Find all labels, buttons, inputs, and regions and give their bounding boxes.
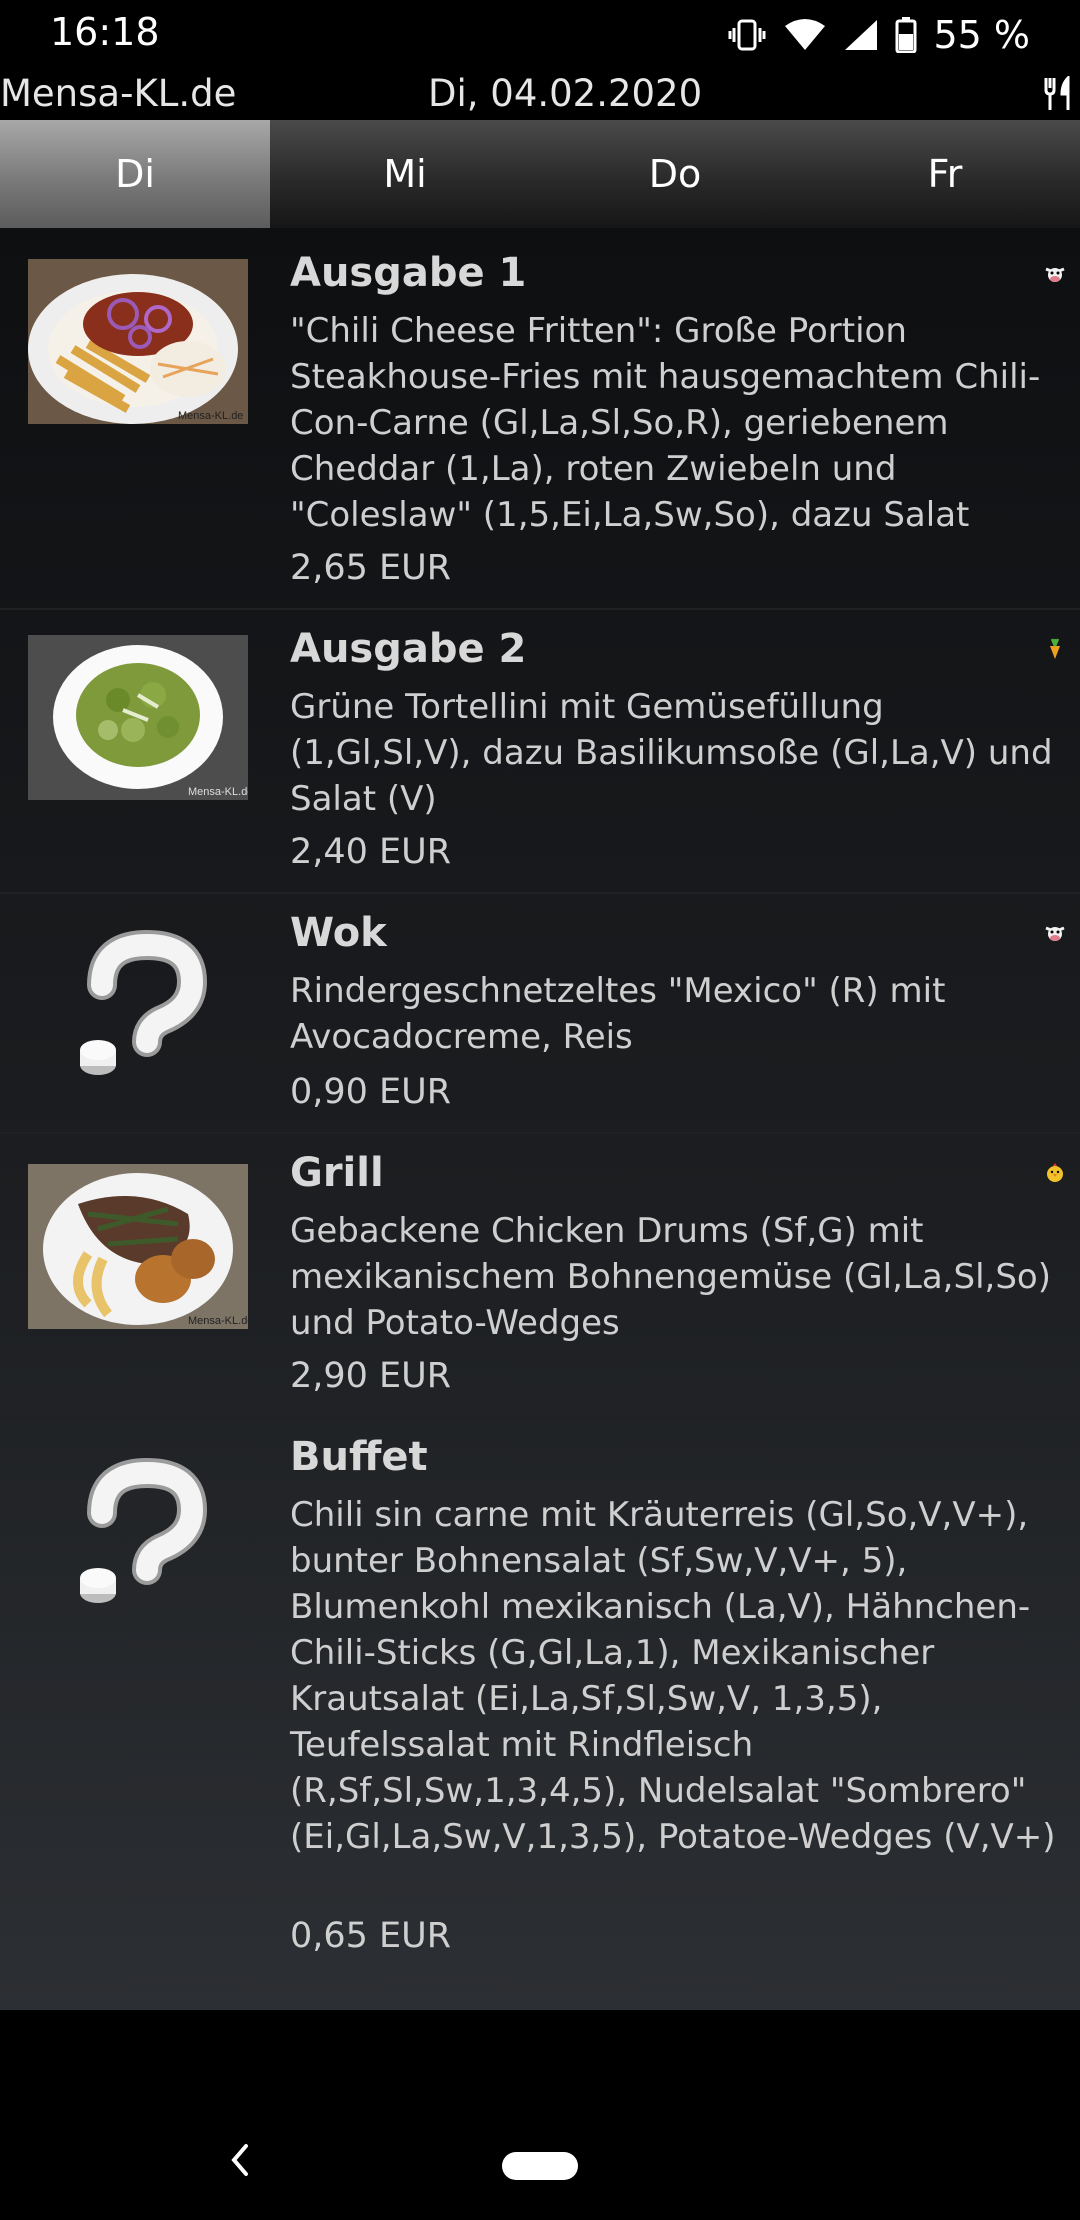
menu-item-grill[interactable]: Mensa-KL.de Grill Gebackene Chicken Drum…	[0, 1132, 1080, 1418]
tab-do[interactable]: Do	[540, 120, 810, 228]
dish-photo: Mensa-KL.de	[28, 259, 248, 424]
photo-watermark: Mensa-KL.de	[188, 1315, 248, 1327]
app-name: Mensa-KL.de	[0, 72, 237, 115]
menu-item-ausgabe-1[interactable]: Mensa-KL.de Ausgabe 1 "Chili Cheese Frit…	[0, 228, 1080, 610]
back-icon[interactable]	[222, 2140, 258, 2180]
home-pill-icon[interactable]	[502, 2152, 578, 2180]
wifi-icon	[785, 19, 826, 50]
battery-percent: 55 %	[933, 13, 1030, 57]
item-description: Chili sin carne mit Kräuterreis (Gl,So,V…	[290, 1495, 1056, 1857]
day-tabs: Di Mi Do Fr	[0, 120, 1080, 228]
menu-item-buffet[interactable]: Buffet Chili sin carne mit Kräuterreis (…	[0, 1416, 1080, 2008]
item-title: Buffet	[290, 1434, 428, 1480]
item-price: 0,90 EUR	[290, 1072, 452, 1112]
menu-item-wok[interactable]: Wok Rindergeschnetzeltes "Mexico" (R) mi…	[0, 892, 1080, 1134]
tab-fr[interactable]: Fr	[810, 120, 1080, 228]
current-date: Di, 04.02.2020	[428, 72, 703, 115]
item-title: Ausgabe 1	[290, 250, 527, 296]
item-title: Ausgabe 2	[290, 626, 527, 672]
cow-icon	[1045, 926, 1065, 941]
item-price: 0,65 EUR	[290, 1916, 452, 1956]
photo-watermark: Mensa-KL.de	[178, 410, 243, 422]
item-title: Wok	[290, 910, 387, 956]
no-photo-question-icon	[80, 930, 208, 1075]
system-navbar	[0, 2010, 1080, 2220]
status-icons: 55 %	[727, 10, 1030, 60]
signal-icon	[845, 20, 878, 50]
cutlery-icon[interactable]	[1042, 76, 1076, 112]
item-description: Gebackene Chicken Drums (Sf,G) mit mexik…	[290, 1211, 1051, 1343]
status-time: 16:18	[50, 10, 160, 54]
status-bar: 16:18 55 %	[0, 0, 1080, 70]
app-header: Mensa-KL.de Di, 04.02.2020	[0, 70, 1080, 120]
dish-photo: Mensa-KL.de	[28, 1164, 248, 1329]
chicken-icon	[1047, 1163, 1063, 1182]
no-photo-question-icon	[80, 1458, 208, 1603]
item-title: Grill	[290, 1150, 384, 1196]
dish-photo: Mensa-KL.de	[28, 635, 248, 800]
menu-item-ausgabe-2[interactable]: Mensa-KL.de Ausgabe 2 Grüne Tortellini m…	[0, 608, 1080, 894]
item-description: Grüne Tortellini mit Gemüsefüllung (1,Gl…	[290, 687, 1053, 819]
photo-watermark: Mensa-KL.de	[188, 786, 248, 798]
tab-di[interactable]: Di	[0, 120, 270, 228]
item-price: 2,65 EUR	[290, 548, 452, 588]
tab-mi[interactable]: Mi	[270, 120, 540, 228]
battery-icon	[895, 17, 917, 53]
cow-icon	[1045, 267, 1065, 282]
menu-list: Mensa-KL.de Ausgabe 1 "Chili Cheese Frit…	[0, 228, 1080, 2010]
item-price: 2,40 EUR	[290, 832, 452, 872]
item-description: "Chili Cheese Fritten": Große Portion St…	[290, 311, 1041, 535]
carrot-icon	[1050, 638, 1060, 659]
item-price: 2,90 EUR	[290, 1356, 452, 1396]
vibrate-icon	[728, 19, 766, 51]
item-description: Rindergeschnetzeltes "Mexico" (R) mit Av…	[290, 971, 946, 1057]
